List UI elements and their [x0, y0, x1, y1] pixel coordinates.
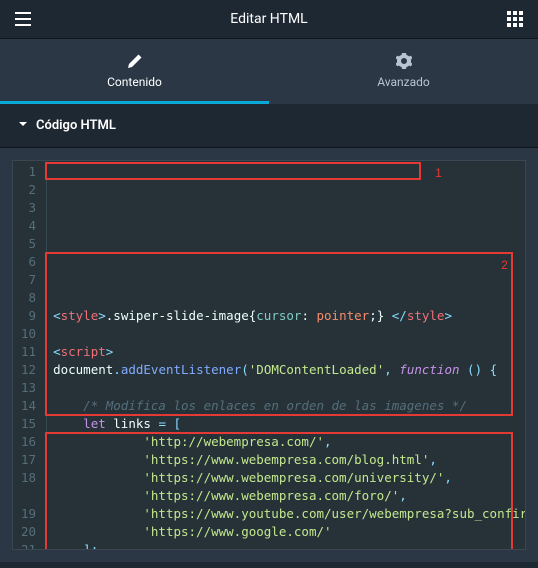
code-line: 'https://www.webempresa.com/university/'… [53, 469, 526, 487]
line-number: 6 [21, 253, 36, 271]
section-title: Código HTML [36, 118, 116, 133]
line-number: 16 [21, 433, 36, 451]
chevron-down-icon [18, 118, 28, 133]
line-number: 15 [21, 415, 36, 433]
tab-content[interactable]: Contenido [0, 39, 269, 104]
line-number: 20 [21, 523, 36, 541]
pencil-icon [127, 53, 143, 69]
line-number: 13 [21, 379, 36, 397]
section-header[interactable]: Código HTML [0, 104, 538, 148]
line-number: 19 [21, 505, 36, 523]
line-number: 8 [21, 289, 36, 307]
line-number: 11 [21, 343, 36, 361]
line-number: 7 [21, 271, 36, 289]
line-number: 21 [21, 541, 36, 550]
code-line: 'https://www.webempresa.com/foro/', [53, 487, 526, 505]
tabs: Contenido Avanzado [0, 39, 538, 104]
tab-advanced-label: Avanzado [377, 75, 430, 89]
annotation-label-1: 1 [435, 164, 442, 182]
code-line [53, 379, 526, 397]
line-number: 10 [21, 325, 36, 343]
code-line: document.addEventListener('DOMContentLoa… [53, 361, 526, 379]
code-editor[interactable]: 1234567891011121314151617181920212223242… [12, 160, 526, 550]
annotation-label-2: 2 [501, 256, 508, 274]
titlebar: Editar HTML [0, 0, 538, 39]
code-area[interactable]: 1 2 3 <style>.swiper-slide-image{cursor:… [47, 161, 526, 549]
line-number: 4 [21, 217, 36, 235]
apps-icon[interactable] [506, 10, 524, 28]
menu-icon[interactable] [14, 10, 32, 28]
code-line [53, 325, 526, 343]
window-title: Editar HTML [32, 11, 506, 27]
line-number: 5 [21, 235, 36, 253]
code-line: ]; [53, 541, 526, 550]
line-number: 14 [21, 397, 36, 415]
line-number: 3 [21, 199, 36, 217]
code-line: 'http://webempresa.com/', [53, 433, 526, 451]
line-number: 18 [21, 469, 36, 487]
tab-content-label: Contenido [107, 75, 162, 89]
line-gutter: 1234567891011121314151617181920212223242… [13, 161, 47, 549]
code-line: 'https://www.google.com/' [53, 523, 526, 541]
code-line: 'https://www.webempresa.com/blog.html', [53, 451, 526, 469]
code-line: let links = [ [53, 415, 526, 433]
code-line: 'https://www.youtube.com/user/webempresa… [53, 505, 526, 523]
line-number [21, 487, 36, 505]
editor-container: 1234567891011121314151617181920212223242… [0, 148, 538, 562]
annotation-box-1 [45, 162, 421, 180]
code-line: <style>.swiper-slide-image{cursor: point… [53, 307, 526, 325]
code-line: /* Modifica los enlaces en orden de las … [53, 397, 526, 415]
line-number: 9 [21, 307, 36, 325]
line-number: 2 [21, 181, 36, 199]
gear-icon [396, 53, 412, 69]
code-line: <script> [53, 343, 526, 361]
line-number: 1 [21, 163, 36, 181]
line-number: 12 [21, 361, 36, 379]
tab-advanced[interactable]: Avanzado [269, 39, 538, 104]
line-number: 17 [21, 451, 36, 469]
